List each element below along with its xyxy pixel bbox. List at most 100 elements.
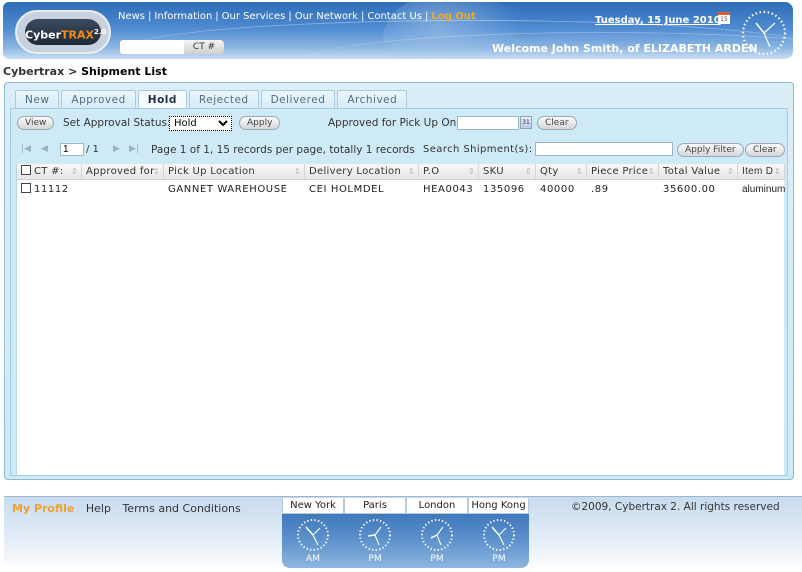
nav-separator: | — [148, 11, 152, 22]
first-page-icon[interactable]: |◀ — [21, 144, 31, 154]
city-hong-kong: Hong Kong — [468, 498, 529, 514]
apply-status-button[interactable]: Apply — [239, 116, 281, 130]
my-profile-link[interactable]: My Profile — [12, 502, 74, 515]
top-navigation: News | Information | Our Services | Our Networ… — [118, 11, 476, 22]
footer-links: My Profile Help Terms and Conditions — [12, 502, 249, 515]
breadcrumb-root[interactable]: Cybertrax — [3, 65, 64, 78]
clear-search-button[interactable]: Clear — [745, 143, 785, 157]
search-shipments-input[interactable] — [535, 142, 673, 156]
pager-toolbar: |◀ ◀ / 1 ▶ ▶| Page 1 of 1, 15 records pe… — [17, 142, 787, 158]
logout-link[interactable]: Log Out — [431, 11, 475, 22]
nav-information[interactable]: Information — [154, 11, 212, 22]
cell-total-value: 35600.00 — [663, 184, 716, 195]
sort-icon[interactable]: ⇕ — [774, 164, 781, 180]
sort-icon[interactable]: ⇕ — [71, 164, 78, 180]
ct-search: CT # — [120, 40, 224, 54]
ampm-london: PM — [430, 554, 444, 564]
tab-hold[interactable]: Hold — [137, 90, 187, 109]
sort-icon[interactable]: ⇕ — [727, 164, 734, 180]
apply-filter-button[interactable]: Apply Filter — [677, 143, 744, 157]
col-label: P.O — [423, 166, 440, 177]
cell-po: HEA0043 — [423, 184, 474, 195]
cell-text: 11112 — [34, 184, 69, 195]
breadcrumb-separator: > — [68, 65, 78, 78]
col-pickup-location[interactable]: Pick Up Location ⇕ — [164, 164, 305, 180]
tab-rejected[interactable]: Rejected — [188, 90, 259, 108]
page-title: Shipment List — [81, 65, 167, 78]
nav-separator: | — [215, 11, 219, 22]
col-piece-price[interactable]: Piece Price ⇕ — [587, 164, 659, 180]
nav-separator: | — [424, 11, 429, 22]
nav-separator: | — [360, 11, 365, 22]
col-delivery-location[interactable]: Delivery Location ⇕ — [305, 164, 419, 180]
nav-news[interactable]: News — [118, 11, 145, 22]
col-ct-number[interactable]: CT #: ⇕ — [17, 164, 82, 180]
table-row[interactable]: 11112 GANNET WAREHOUSE CEI HOLMDEL HEA00… — [17, 181, 785, 199]
col-label: Delivery Location — [309, 166, 402, 177]
city-london: London — [406, 498, 468, 514]
clock-london: PM — [417, 517, 457, 564]
search-shipments-label: Search Shipment(s): — [423, 144, 533, 155]
tab-approved[interactable]: Approved — [61, 90, 136, 108]
clock-hong-kong: PM — [479, 517, 519, 564]
sort-icon[interactable]: ⇕ — [648, 164, 655, 180]
page-number-input[interactable] — [60, 143, 84, 156]
cell-piece-price: .89 — [591, 184, 609, 195]
col-po[interactable]: P.O ⇕ — [419, 164, 479, 180]
current-date-link[interactable]: Tuesday, 15 June 2010 — [595, 15, 721, 26]
terms-link[interactable]: Terms and Conditions — [122, 502, 240, 515]
clock-paris: PM — [355, 517, 395, 564]
nav-our-services[interactable]: Our Services — [222, 11, 286, 22]
next-page-icon[interactable]: ▶ — [113, 144, 120, 154]
col-item-description[interactable]: Item D ⇕ — [738, 164, 785, 180]
col-total-value[interactable]: Total Value ⇕ — [659, 164, 738, 180]
ct-search-button[interactable]: CT # — [184, 40, 224, 54]
sort-icon[interactable]: ⇕ — [576, 164, 583, 180]
cell-qty: 40000 — [540, 184, 575, 195]
approval-status-select[interactable]: Hold — [169, 116, 232, 131]
col-label: Qty — [540, 166, 559, 177]
pickup-date-label: Approved for Pick Up On : — [328, 117, 464, 129]
sort-icon[interactable]: ⇕ — [153, 164, 160, 180]
pickup-date-input[interactable] — [457, 116, 519, 130]
last-page-icon[interactable]: ▶| — [129, 144, 139, 154]
ct-number-input[interactable] — [120, 40, 184, 54]
world-clocks: New York Paris London Hong Kong AM PM PM… — [282, 498, 529, 568]
col-approved-for[interactable]: Approved for ⇕ — [82, 164, 164, 180]
col-label: Approved for — [86, 166, 155, 177]
nav-contact-us[interactable]: Contact Us — [367, 11, 422, 22]
tab-new[interactable]: New — [15, 90, 60, 108]
col-label: CT #: — [34, 166, 64, 177]
sort-icon[interactable]: ⇕ — [294, 164, 301, 180]
clock-icon — [297, 519, 329, 551]
pager-summary: Page 1 of 1, 15 records per page, totall… — [151, 144, 415, 156]
tab-delivered[interactable]: Delivered — [260, 90, 336, 108]
logo-version: 2.0 — [93, 28, 107, 36]
sort-icon[interactable]: ⇕ — [408, 164, 415, 180]
logo-highlight: TRAX — [61, 28, 94, 42]
clear-date-button[interactable]: Clear — [537, 116, 577, 130]
cell-pickup-location: GANNET WAREHOUSE — [168, 184, 288, 195]
calendar-picker-icon[interactable]: 31 — [520, 116, 532, 129]
calendar-icon[interactable]: 15 — [718, 12, 730, 24]
approval-toolbar: View Set Approval Status: Hold Apply App… — [17, 116, 787, 132]
sort-icon[interactable]: ⇕ — [525, 164, 532, 180]
sort-icon[interactable]: ⇕ — [468, 164, 475, 180]
col-sku[interactable]: SKU ⇕ — [479, 164, 536, 180]
ampm-paris: PM — [368, 554, 382, 564]
col-qty[interactable]: Qty ⇕ — [536, 164, 587, 180]
ampm-new-york: AM — [306, 554, 320, 564]
prev-page-icon[interactable]: ◀ — [41, 144, 48, 154]
tab-archived[interactable]: Archived — [337, 90, 408, 108]
select-all-checkbox[interactable] — [21, 165, 31, 175]
cell-item-description: aluminum — [742, 184, 785, 195]
view-button[interactable]: View — [17, 116, 55, 130]
nav-our-network[interactable]: Our Network — [295, 11, 358, 22]
shipment-panel: New Approved Hold Rejected Delivered Arc… — [4, 82, 794, 480]
nav-separator: | — [288, 11, 292, 22]
clock-new-york: AM — [293, 517, 333, 564]
row-checkbox[interactable] — [21, 183, 31, 193]
cybertrax-logo[interactable]: CyberTRAX2.0 — [15, 10, 111, 54]
help-link[interactable]: Help — [86, 502, 111, 515]
city-new-york: New York — [282, 498, 344, 514]
